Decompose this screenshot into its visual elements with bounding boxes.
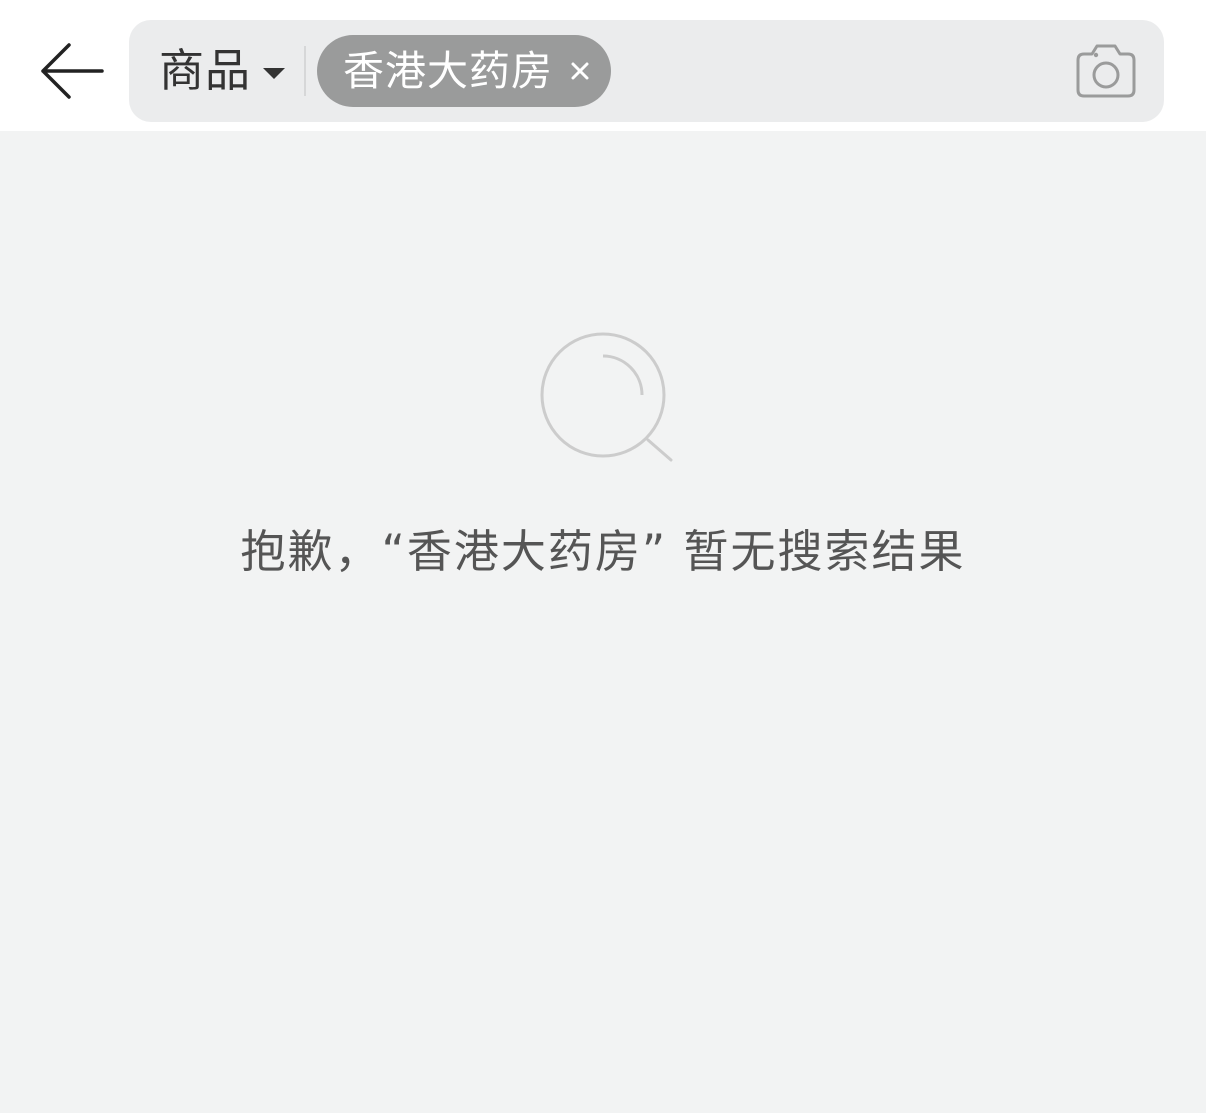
camera-icon <box>1076 44 1136 98</box>
search-tag-label: 香港大药房 <box>343 47 553 95</box>
camera-search-button[interactable] <box>1074 42 1138 100</box>
back-button[interactable] <box>30 32 114 110</box>
search-tag-remove-button[interactable] <box>565 56 595 86</box>
search-bar[interactable]: 商品 香港大药房 <box>129 20 1164 122</box>
category-dropdown[interactable]: 商品 <box>159 42 286 100</box>
empty-result-message: 抱歉，“香港大药房” 暂无搜索结果 <box>240 525 966 578</box>
empty-result-illustration <box>536 328 676 468</box>
category-label: 商品 <box>159 44 252 97</box>
search-tag[interactable]: 香港大药房 <box>317 35 611 107</box>
top-bar: 商品 香港大药房 <box>0 0 1206 131</box>
close-icon <box>571 62 589 80</box>
back-arrow-icon <box>41 43 104 99</box>
magnifier-icon <box>540 332 673 462</box>
caret-down-icon <box>263 67 286 79</box>
divider <box>304 46 306 96</box>
